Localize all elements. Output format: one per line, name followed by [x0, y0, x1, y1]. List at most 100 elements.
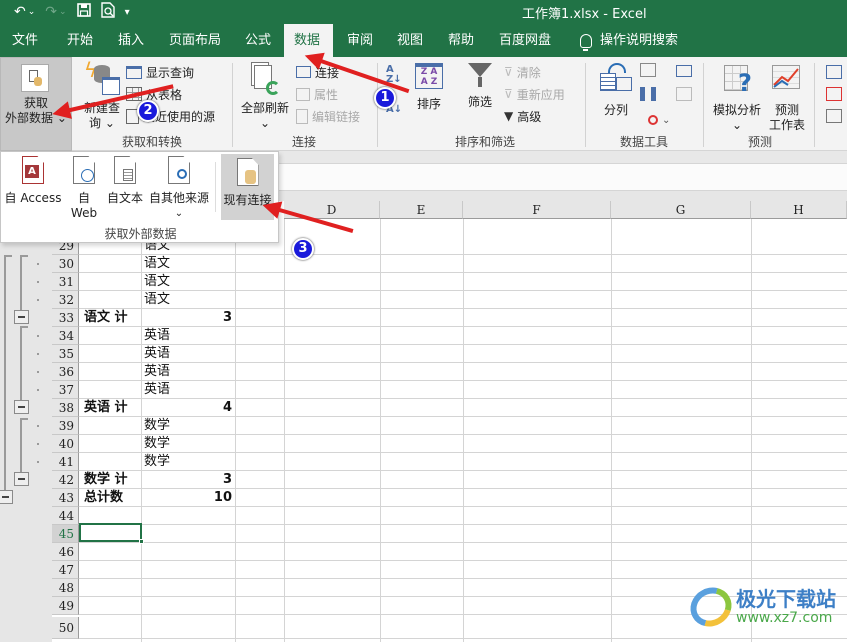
cell-c[interactable]: 4 [144, 399, 232, 417]
tab-view[interactable]: 视图 [387, 24, 433, 57]
row-header[interactable]: 45 [52, 525, 79, 543]
cell-c[interactable] [144, 507, 232, 525]
from-access-button[interactable]: A 自 Access [3, 156, 63, 222]
cell-a[interactable] [84, 417, 141, 435]
cell-a[interactable] [84, 327, 141, 345]
undo-dropdown-icon[interactable]: ⌄ [28, 7, 36, 17]
undo-icon[interactable]: ↶ [14, 4, 26, 20]
row-header[interactable]: 41 [52, 453, 79, 471]
row-header[interactable]: 48 [52, 579, 79, 597]
row-header[interactable]: 34 [52, 327, 79, 345]
tab-insert[interactable]: 插入 [108, 24, 154, 57]
ungroup-outline-icon[interactable] [826, 87, 842, 101]
cell-a[interactable] [84, 561, 141, 579]
cell-c[interactable] [144, 453, 232, 471]
cell-a[interactable] [84, 273, 141, 291]
cell-a[interactable] [84, 579, 141, 597]
data-validation-icon[interactable] [640, 111, 658, 125]
reapply-button[interactable]: ⊽ 重新应用 [504, 84, 565, 104]
tab-help[interactable]: 帮助 [438, 24, 484, 57]
cell-c[interactable] [144, 417, 232, 435]
from-web-button[interactable]: 自 Web [65, 156, 103, 222]
cell-a[interactable] [84, 363, 141, 381]
row-header[interactable]: 44 [52, 507, 79, 525]
cell-a[interactable] [84, 597, 141, 615]
remove-duplicates-icon[interactable] [640, 87, 656, 101]
cell-c[interactable] [144, 597, 232, 615]
row-header[interactable]: 46 [52, 543, 79, 561]
column-header-g[interactable]: G [611, 201, 751, 219]
customize-qat-icon[interactable]: ▾ [125, 7, 130, 18]
cell-c[interactable] [144, 381, 232, 399]
cell-a[interactable]: 数学 计 [84, 471, 141, 489]
text-to-columns-button[interactable]: 分列 [596, 63, 636, 118]
cell-c[interactable] [144, 525, 232, 543]
column-header-h[interactable]: H [751, 201, 847, 219]
row-header[interactable]: 42 [52, 471, 79, 489]
column-header-e[interactable]: E [380, 201, 463, 219]
cell-a[interactable] [84, 617, 141, 639]
row-header[interactable]: 38 [52, 399, 79, 417]
cell-c[interactable] [144, 345, 232, 363]
cell-c[interactable] [144, 543, 232, 561]
row-header[interactable]: 36 [52, 363, 79, 381]
cell-c[interactable] [144, 255, 232, 273]
cell-c[interactable] [144, 561, 232, 579]
row-header[interactable]: 31 [52, 273, 79, 291]
consolidate-icon[interactable] [676, 65, 692, 77]
cell-a[interactable] [84, 453, 141, 471]
collapse-group-button[interactable] [14, 472, 29, 486]
row-header[interactable]: 39 [52, 417, 79, 435]
cell-c[interactable] [144, 579, 232, 597]
tell-me-search[interactable]: 操作说明搜索 [570, 24, 688, 57]
column-header-f[interactable]: F [463, 201, 611, 219]
from-text-button[interactable]: 自文本 [105, 156, 145, 222]
subtotal-icon[interactable] [826, 109, 842, 123]
row-header[interactable]: 49 [52, 597, 79, 615]
clear-button[interactable]: ⊽ 清除 [504, 62, 541, 82]
cell-c[interactable] [144, 435, 232, 453]
print-preview-icon[interactable] [100, 2, 115, 22]
row-header[interactable]: 35 [52, 345, 79, 363]
active-cell[interactable] [79, 523, 142, 542]
row-header[interactable]: 37 [52, 381, 79, 399]
cell-c[interactable]: 3 [144, 309, 232, 327]
cell-c[interactable] [144, 617, 232, 639]
redo-icon[interactable]: ↷ [45, 4, 57, 20]
advanced-filter-button[interactable]: ▼ 高级 [504, 106, 541, 126]
flash-fill-icon[interactable] [640, 63, 656, 77]
tab-formulas[interactable]: 公式 [235, 24, 281, 57]
tab-page-layout[interactable]: 页面布局 [159, 24, 231, 57]
tab-review[interactable]: 审阅 [337, 24, 383, 57]
show-queries-button[interactable]: 显示查询 [126, 62, 194, 82]
collapse-group-button[interactable] [0, 490, 13, 504]
tab-home[interactable]: 开始 [57, 24, 103, 57]
cell-c[interactable]: 10 [144, 489, 232, 507]
redo-dropdown-icon[interactable]: ⌄ [59, 7, 67, 17]
what-if-analysis-button[interactable]: ? 模拟分析 ⌄ [710, 63, 764, 133]
from-other-sources-button[interactable]: 自其他来源 ⌄ [147, 156, 211, 222]
tab-baidu-netdisk[interactable]: 百度网盘 [489, 24, 561, 57]
refresh-all-button[interactable]: 全部刷新 ⌄ [236, 61, 294, 131]
save-icon[interactable] [76, 3, 91, 21]
sort-button[interactable]: Z AA Z 排序 [412, 63, 446, 112]
cell-a[interactable] [84, 255, 141, 273]
forecast-sheet-button[interactable]: 预测 工作表 [766, 63, 808, 133]
cell-a[interactable] [84, 381, 141, 399]
row-header[interactable]: 32 [52, 291, 79, 309]
row-header[interactable]: 33 [52, 309, 79, 327]
cell-c[interactable] [144, 291, 232, 309]
cell-c[interactable] [144, 363, 232, 381]
cell-a[interactable] [84, 543, 141, 561]
cell-a[interactable]: 总计数 [84, 489, 141, 507]
row-header[interactable]: 30 [52, 255, 79, 273]
edit-links-button[interactable]: 编辑链接 [296, 106, 360, 126]
tab-file[interactable]: 文件 [2, 24, 48, 57]
row-header[interactable]: 40 [52, 435, 79, 453]
properties-button[interactable]: 属性 [296, 84, 338, 104]
cell-c[interactable]: 3 [144, 471, 232, 489]
cell-a[interactable]: 语文 计 [84, 309, 141, 327]
cell-a[interactable] [84, 291, 141, 309]
cell-c[interactable] [144, 273, 232, 291]
collapse-group-button[interactable] [14, 310, 29, 324]
